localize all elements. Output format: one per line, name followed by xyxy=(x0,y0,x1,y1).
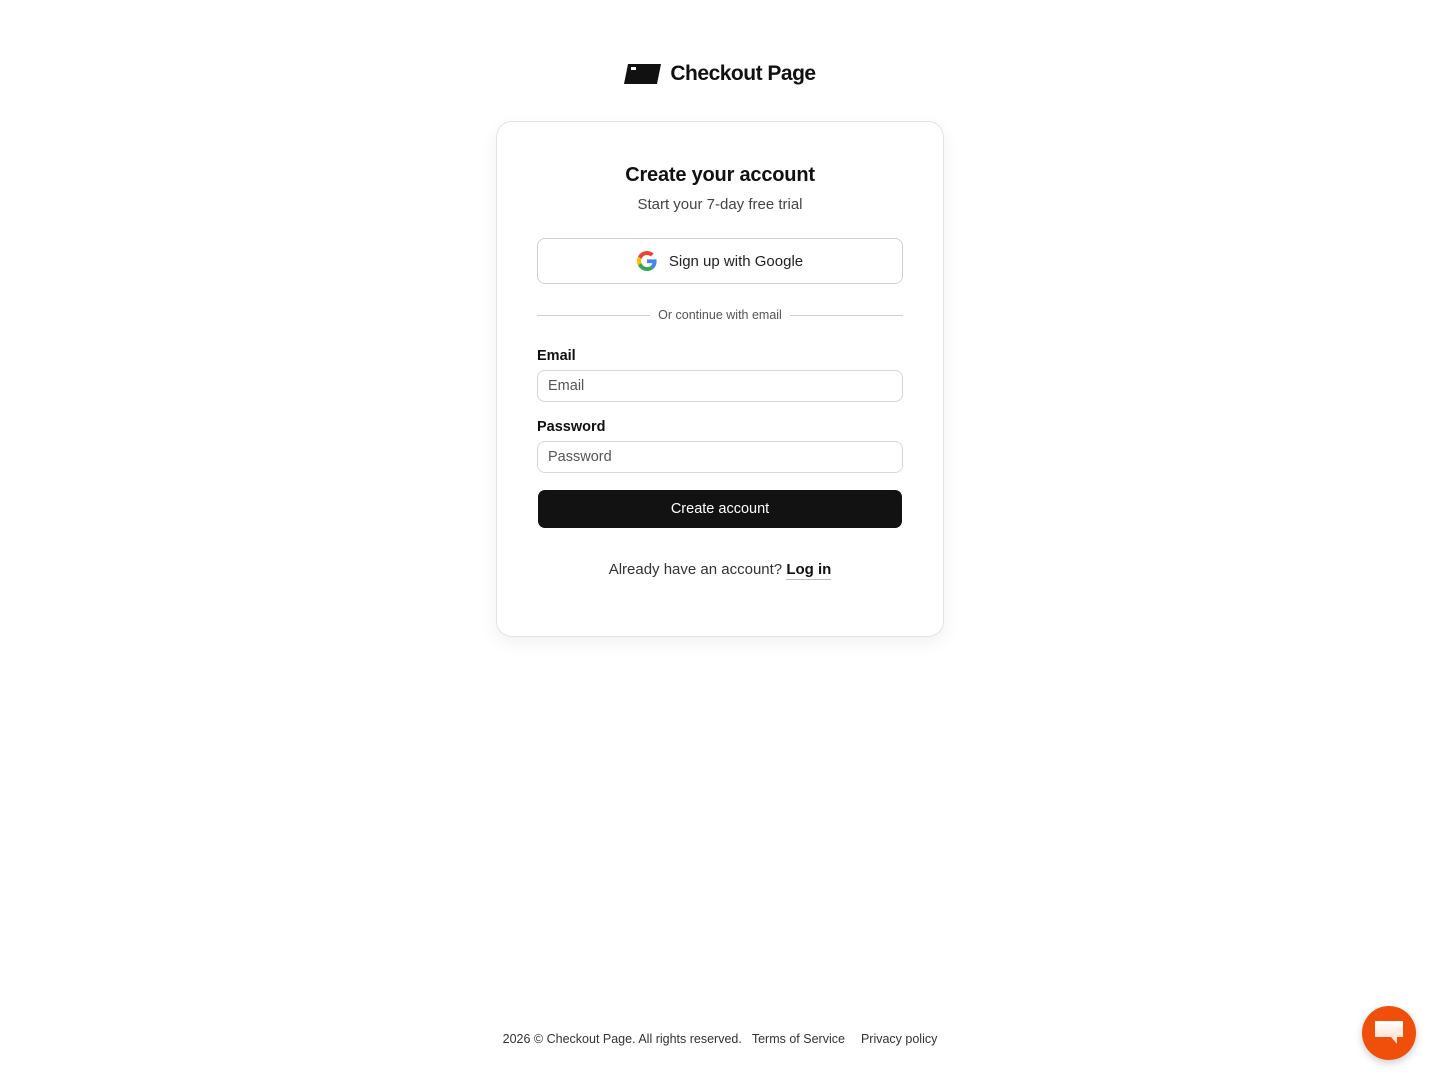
terms-link[interactable]: Terms of Service xyxy=(752,1032,845,1046)
footer-copyright: 2026 © Checkout Page. All rights reserve… xyxy=(502,1032,742,1046)
page-subtitle: Start your 7-day free trial xyxy=(637,196,803,213)
login-link[interactable]: Log in xyxy=(786,561,832,580)
brand-name: Checkout Page xyxy=(670,62,816,85)
email-label: Email xyxy=(537,348,576,364)
signup-page: Checkout Page Create your account Start … xyxy=(0,0,1440,1080)
divider-line-left xyxy=(537,314,651,316)
divider-line-right xyxy=(789,314,904,316)
signup-card: Create your account Start your 7-day fre… xyxy=(496,121,944,637)
google-g-icon xyxy=(636,251,657,271)
page-footer: 2026 © Checkout Page. All rights reserve… xyxy=(0,1032,1440,1046)
brand-header: Checkout Page xyxy=(0,62,1440,86)
create-account-button[interactable]: Create account xyxy=(538,490,902,528)
divider-text: Or continue with email xyxy=(658,308,782,322)
password-field[interactable] xyxy=(537,441,903,473)
login-prompt-text: Already have an account? xyxy=(608,561,783,578)
or-divider: Or continue with email xyxy=(537,308,904,322)
email-field[interactable] xyxy=(537,370,903,402)
brand-logo-icon xyxy=(624,64,662,84)
page-title: Create your account xyxy=(625,164,815,186)
login-prompt-row: Already have an account? Log in xyxy=(537,561,903,580)
google-signup-label: Sign up with Google xyxy=(668,252,804,270)
google-signup-button[interactable]: Sign up with Google xyxy=(537,238,903,284)
password-label: Password xyxy=(537,419,606,435)
chat-bubble-icon xyxy=(1375,1021,1403,1044)
privacy-link[interactable]: Privacy policy xyxy=(861,1032,937,1046)
chat-launcher-button[interactable] xyxy=(1362,1006,1416,1060)
